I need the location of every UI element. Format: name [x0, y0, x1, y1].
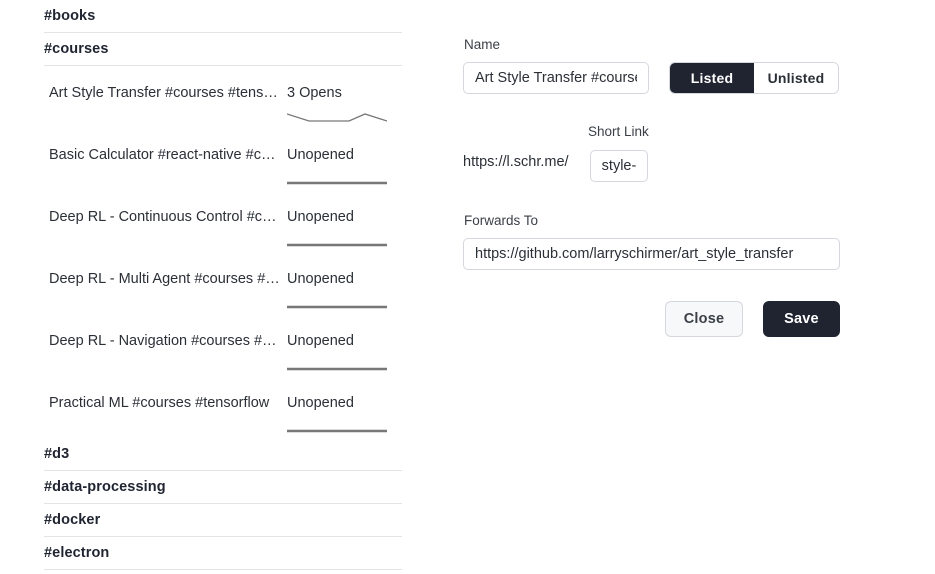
link-row-content: Deep RL - Multi Agent #courses #… Unopene… — [44, 252, 402, 288]
forwards-to-label: Forwards To — [464, 213, 539, 228]
tag-header[interactable]: #electron — [44, 537, 402, 570]
link-row-content: Deep RL - Continuous Control #c… Unopened — [44, 190, 402, 226]
link-edit-form: Name Listed Unlisted Short Link https://… — [440, 0, 935, 574]
sparkline-chart — [287, 417, 387, 433]
tag-group: #books — [0, 0, 440, 33]
short-link-prefix: https://l.schr.me/ — [463, 154, 569, 170]
link-stat-column: 3 Opens — [287, 85, 397, 102]
link-list-item[interactable]: Deep RL - Navigation #courses #… Unopened — [44, 314, 402, 376]
sparkline-chart — [287, 293, 387, 309]
tag-group: #docker — [0, 504, 440, 537]
close-button[interactable]: Close — [665, 301, 743, 337]
save-button[interactable]: Save — [763, 301, 840, 337]
link-list-item[interactable]: Deep RL - Multi Agent #courses #… Unopene… — [44, 252, 402, 314]
sparkline-chart — [287, 169, 387, 185]
tag-group: #courses Art Style Transfer #courses #ten… — [0, 33, 440, 438]
link-list-item[interactable]: Practical ML #courses #tensorflow Unopene… — [44, 376, 402, 438]
tag-link-list-panel[interactable]: #books #courses Art Style Transfer #course… — [0, 0, 440, 574]
link-title: Basic Calculator #react-native #c… — [49, 147, 276, 163]
link-open-count: Unopened — [287, 395, 354, 411]
link-stat-column: Unopened — [287, 271, 397, 288]
tag-header[interactable]: #data-processing — [44, 471, 402, 504]
visibility-option-unlisted[interactable]: Unlisted — [754, 63, 838, 93]
tag-group: #d3 — [0, 438, 440, 471]
sparkline-chart — [287, 107, 387, 123]
link-stat-column: Unopened — [287, 395, 397, 412]
tag-header[interactable]: #courses — [44, 33, 402, 66]
link-open-count: Unopened — [287, 147, 354, 163]
tag-header[interactable]: #docker — [44, 504, 402, 537]
tag-group: #data-processing — [0, 471, 440, 504]
short-link-slug-input[interactable] — [590, 150, 648, 182]
short-link-label: Short Link — [588, 124, 649, 139]
name-input[interactable] — [463, 62, 649, 94]
tag-header[interactable]: #d3 — [44, 438, 402, 471]
tag-header[interactable]: #books — [44, 0, 402, 33]
link-row-content: Basic Calculator #react-native #c… Unopen… — [44, 128, 402, 164]
link-list-item[interactable]: Deep RL - Continuous Control #c… Unopened — [44, 190, 402, 252]
tag-group-container: #books #courses Art Style Transfer #course… — [0, 0, 440, 570]
visibility-toggle-group[interactable]: Listed Unlisted — [669, 62, 839, 94]
sparkline-chart — [287, 355, 387, 371]
sparkline-chart — [287, 231, 387, 247]
link-open-count: 3 Opens — [287, 85, 342, 101]
link-title: Deep RL - Continuous Control #c… — [49, 209, 277, 225]
link-title: Deep RL - Navigation #courses #… — [49, 333, 277, 349]
link-stat-column: Unopened — [287, 147, 397, 164]
forwards-to-input[interactable] — [463, 238, 840, 270]
link-list-item[interactable]: Art Style Transfer #courses #tens… 3 Open… — [44, 66, 402, 128]
link-row-content: Deep RL - Navigation #courses #… Unopened — [44, 314, 402, 350]
name-label: Name — [464, 37, 501, 52]
link-title: Deep RL - Multi Agent #courses #… — [49, 271, 280, 287]
link-row-content: Art Style Transfer #courses #tens… 3 Open… — [44, 66, 402, 102]
link-row-content: Practical ML #courses #tensorflow Unopene… — [44, 376, 402, 412]
link-open-count: Unopened — [287, 209, 354, 225]
link-stat-column: Unopened — [287, 209, 397, 226]
link-open-count: Unopened — [287, 333, 354, 349]
link-title: Art Style Transfer #courses #tens… — [49, 85, 278, 101]
link-list-item[interactable]: Basic Calculator #react-native #c… Unopen… — [44, 128, 402, 190]
link-stat-column: Unopened — [287, 333, 397, 350]
visibility-option-listed[interactable]: Listed — [670, 63, 754, 93]
link-title: Practical ML #courses #tensorflow — [49, 395, 270, 411]
tag-group: #electron — [0, 537, 440, 570]
link-open-count: Unopened — [287, 271, 354, 287]
link-list: Art Style Transfer #courses #tens… 3 Open… — [0, 66, 440, 438]
